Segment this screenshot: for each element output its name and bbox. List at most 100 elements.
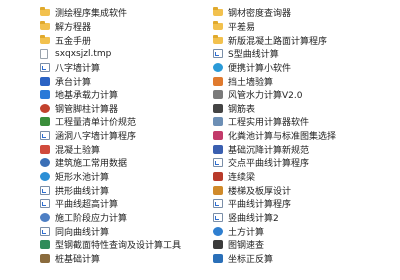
file-item[interactable]: 新版混凝土路面计算程序	[213, 33, 393, 47]
file-item[interactable]: 地基承载力计算	[40, 88, 205, 102]
file-item[interactable]: 矩形水池计算	[40, 170, 205, 184]
rectangular-tank-app-icon	[40, 172, 50, 181]
file-item-label: 矩形水池计算	[55, 173, 110, 183]
steel-quick-lookup-app-icon	[213, 240, 223, 250]
file-item[interactable]: 平差易	[213, 20, 393, 34]
file-item-label: 钢筋表	[228, 104, 256, 115]
file-item-label: 地基承载力计算	[55, 91, 119, 102]
file-item[interactable]: 便携计算小软件	[213, 61, 393, 75]
file-item-label: 交点平曲线计算程序	[228, 159, 310, 170]
file-item-label: 解方程器	[55, 22, 92, 33]
tmp-file-icon	[40, 48, 48, 59]
file-item[interactable]: S型曲线计算	[213, 47, 393, 61]
file-item-label: 涵洞八字墙计算程序	[55, 132, 137, 143]
engineering-calculator-app-icon	[213, 117, 223, 127]
file-item[interactable]: 五金手册	[40, 33, 205, 47]
file-item[interactable]: 基础沉降计算新规范	[213, 142, 393, 156]
file-item[interactable]: 钢材密度查询器	[213, 6, 393, 20]
file-item-label: 同向曲线计算	[55, 227, 110, 238]
stress-calc-app-icon	[40, 212, 50, 222]
file-item-label: 测绘程序集成软件	[55, 9, 128, 20]
rebar-table-app-icon	[213, 103, 223, 113]
file-item[interactable]: sxqxsjzl.tmp	[40, 47, 205, 61]
file-item-label: 钢管脚柱计算器	[55, 104, 119, 115]
section-steel-app-icon	[40, 240, 50, 250]
earthwork-app-icon	[213, 226, 223, 236]
file-item[interactable]: 测绘程序集成软件	[40, 6, 205, 20]
shortcut-icon	[40, 226, 50, 236]
file-item[interactable]: 平曲线计算程序	[213, 197, 393, 211]
cap-calculation-app-icon	[40, 76, 50, 86]
pile-foundation-app-icon	[40, 253, 50, 263]
coordinate-calc-app-icon	[213, 253, 223, 263]
shortcut-icon	[40, 62, 50, 72]
file-item[interactable]: 土方计算	[213, 224, 393, 238]
desktop-file-list: 测绘程序集成软件 解方程器五金手册 sxqxsjzl.tmp 八字墙计算 承台计算地基承…	[0, 0, 400, 280]
file-item[interactable]: 涵洞八字墙计算程序	[40, 129, 205, 143]
portable-calc-app-icon	[213, 62, 223, 72]
file-item-label: 工程量清单计价规范	[55, 118, 137, 129]
file-item-label: 图钢速查	[228, 241, 265, 252]
steel-pipe-app-icon	[40, 103, 50, 113]
file-item-label: 五金手册	[55, 36, 92, 47]
foundation-bearing-app-icon	[40, 90, 50, 100]
file-item[interactable]: 楼梯及板厚设计	[213, 183, 393, 197]
folder-icon	[40, 7, 50, 17]
file-item-label: 钢材密度查询器	[228, 9, 292, 20]
file-item[interactable]: 混凝土验算	[40, 142, 205, 156]
file-item-label: 混凝土验算	[55, 145, 101, 156]
concrete-check-app-icon	[40, 144, 50, 154]
file-item-label: sxqxsjzl.tmp	[55, 48, 112, 59]
right-column: 钢材密度查询器 平差易新版混凝土路面计算程序 S型曲线计算 便携计算小软件挡土墙验算风…	[213, 6, 393, 265]
file-item-label: 坐标正反算	[228, 254, 274, 265]
file-item[interactable]: 钢筋表	[213, 101, 393, 115]
file-item-label: 新版混凝土路面计算程序	[228, 36, 328, 47]
file-item-label: 施工阶段应力计算	[55, 213, 128, 224]
file-item[interactable]: 工程量清单计价规范	[40, 115, 205, 129]
file-item[interactable]: 挡土墙验算	[213, 74, 393, 88]
file-item-label: 平曲线超高计算	[55, 200, 119, 211]
file-item[interactable]: 工程实用计算器软件	[213, 115, 393, 129]
file-item[interactable]: 型钢截面特性查询及设计算工具	[40, 238, 205, 252]
file-item[interactable]: 化粪池计算与标准图集选择	[213, 129, 393, 143]
file-item-label: 风管水力计算V2.0	[228, 91, 303, 102]
duct-hydraulic-app-icon	[213, 90, 223, 100]
file-item-label: 平差易	[228, 22, 256, 33]
file-item-label: 八字墙计算	[55, 63, 101, 74]
folder-icon	[40, 20, 50, 30]
file-item-label: 竖曲线计算2	[228, 213, 279, 224]
file-item[interactable]: 解方程器	[40, 20, 205, 34]
file-item-label: 土方计算	[228, 227, 265, 238]
file-item[interactable]: 竖曲线计算2	[213, 211, 393, 225]
stair-slab-app-icon	[213, 185, 223, 195]
file-item-label: 桩基础计算	[55, 254, 101, 265]
file-item[interactable]: 施工阶段应力计算	[40, 211, 205, 225]
shortcut-icon	[40, 199, 50, 209]
file-item[interactable]: 图钢速查	[213, 238, 393, 252]
file-item[interactable]: 平曲线超高计算	[40, 197, 205, 211]
file-item-label: 建筑施工常用数据	[55, 159, 128, 170]
file-item[interactable]: 钢管脚柱计算器	[40, 101, 205, 115]
file-item[interactable]: 坐标正反算	[213, 252, 393, 266]
file-item[interactable]: 拱形曲线计算	[40, 183, 205, 197]
file-item[interactable]: 建筑施工常用数据	[40, 156, 205, 170]
file-item[interactable]: 同向曲线计算	[40, 224, 205, 238]
settlement-calc-app-icon	[213, 144, 223, 154]
file-item[interactable]: 八字墙计算	[40, 61, 205, 75]
file-item[interactable]: 风管水力计算V2.0	[213, 88, 393, 102]
file-item[interactable]: 承台计算	[40, 74, 205, 88]
file-item-label: 楼梯及板厚设计	[228, 186, 292, 197]
continuous-beam-app-icon	[213, 172, 223, 181]
file-item[interactable]: 桩基础计算	[40, 252, 205, 266]
file-item[interactable]: 交点平曲线计算程序	[213, 156, 393, 170]
file-item-label: 基础沉降计算新规范	[228, 145, 310, 156]
file-item-label: 拱形曲线计算	[55, 186, 110, 197]
file-item[interactable]: 连续梁	[213, 170, 393, 184]
shortcut-icon	[213, 158, 223, 168]
folder-icon	[213, 34, 223, 44]
file-item-label: 挡土墙验算	[228, 77, 274, 88]
shortcut-icon	[213, 199, 223, 209]
shortcut-icon	[40, 185, 50, 195]
file-item-label: 型钢截面特性查询及设计算工具	[55, 241, 182, 252]
folder-icon	[40, 34, 50, 44]
